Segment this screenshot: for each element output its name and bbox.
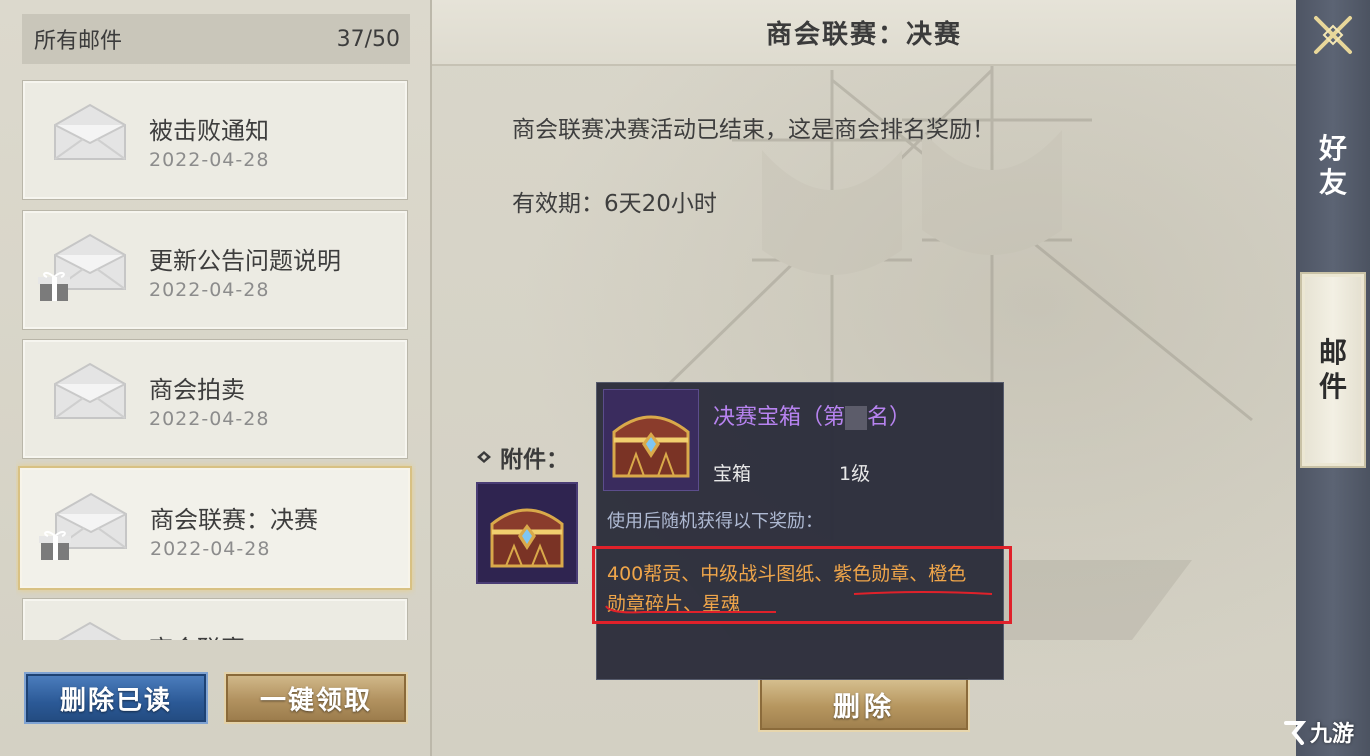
mail-item-title: 商会联赛	[149, 629, 245, 640]
item-tooltip: 决赛宝箱（第 名） 宝箱 1级 使用后随机获得以下奖励： 400帮贡、中级战斗图纸…	[596, 382, 1004, 680]
mail-item[interactable]: 商会拍卖 2022-04-28	[22, 339, 408, 459]
redacted-mask	[845, 406, 868, 430]
diamond-bullet-icon	[477, 451, 491, 463]
mail-item-title: 商会联赛：决赛	[150, 506, 318, 534]
highlight-underline	[853, 591, 993, 595]
tab-friends-char: 好	[1318, 132, 1347, 165]
mail-item-date: 2022-04-28	[149, 408, 270, 430]
mail-item-title: 被击败通知	[149, 117, 269, 145]
mail-list-title: 所有邮件	[34, 29, 123, 54]
watermark: 九游	[1282, 716, 1354, 748]
claim-all-button[interactable]: 一键领取	[224, 672, 408, 724]
tooltip-item-type: 宝箱	[713, 463, 752, 485]
mail-item[interactable]: 商会联赛	[22, 598, 408, 640]
mail-item-title: 更新公告问题说明	[149, 247, 341, 275]
item-name-suffix: 名）	[867, 405, 912, 430]
mail-list-panel: 所有邮件 37/50 被击败通知 2022-04-28 更新公告问题说明 202…	[0, 0, 432, 756]
gift-icon	[39, 530, 71, 560]
mail-item[interactable]: 被击败通知 2022-04-28	[22, 80, 408, 200]
watermark-text: 九游	[1309, 722, 1354, 747]
tooltip-item-level: 1级	[839, 463, 871, 485]
envelope-icon	[54, 362, 126, 419]
tab-friends[interactable]: 好 友	[1296, 126, 1370, 206]
envelope-icon	[54, 103, 126, 160]
attachment-slot[interactable]	[476, 482, 578, 584]
mail-item[interactable]: 更新公告问题说明 2022-04-28	[22, 210, 408, 330]
attachment-label: 附件：	[500, 446, 569, 473]
tooltip-item-name: 决赛宝箱（第 名）	[713, 399, 911, 431]
tab-mail-char: 件	[1318, 370, 1347, 403]
highlight-underline	[605, 605, 776, 614]
tab-friends-char: 友	[1318, 166, 1347, 199]
mail-detail-title: 商会联赛：决赛	[432, 0, 1296, 66]
mail-item-date: 2022-04-28	[149, 279, 270, 301]
tooltip-item-icon	[603, 389, 699, 491]
treasure-chest-icon	[612, 415, 690, 478]
tab-mail-char: 邮	[1318, 336, 1347, 369]
mail-item-date: 2022-04-28	[149, 149, 270, 171]
mail-validity: 有效期：6天20小时	[512, 191, 717, 217]
envelope-icon	[58, 621, 122, 640]
delete-read-button[interactable]: 删除已读	[24, 672, 208, 724]
gift-icon	[38, 271, 70, 301]
nine-game-logo-icon	[1283, 721, 1306, 745]
mail-body-text: 商会联赛决赛活动已结束，这是商会排名奖励！	[512, 117, 995, 143]
mail-item-date: 2022-04-28	[150, 538, 271, 560]
attachment-heading: 附件：	[476, 440, 569, 474]
delete-mail-button[interactable]: 删除	[758, 676, 970, 732]
mail-list[interactable]: 被击败通知 2022-04-28 更新公告问题说明 2022-04-28 商会拍…	[16, 76, 416, 640]
mail-list-header: 所有邮件 37/50	[22, 14, 410, 64]
mail-count: 37/50	[336, 26, 400, 52]
treasure-chest-icon	[490, 508, 564, 568]
mail-item-selected[interactable]: 商会联赛：决赛 2022-04-28	[18, 466, 412, 590]
item-name-prefix: 决赛宝箱（第	[713, 405, 846, 430]
tab-mail[interactable]: 邮 件	[1300, 272, 1366, 468]
close-icon[interactable]	[1310, 12, 1356, 58]
mail-item-title: 商会拍卖	[149, 376, 245, 404]
tooltip-description: 使用后随机获得以下奖励：	[607, 511, 823, 532]
side-tab-bar: 好 友 邮 件	[1296, 0, 1370, 756]
